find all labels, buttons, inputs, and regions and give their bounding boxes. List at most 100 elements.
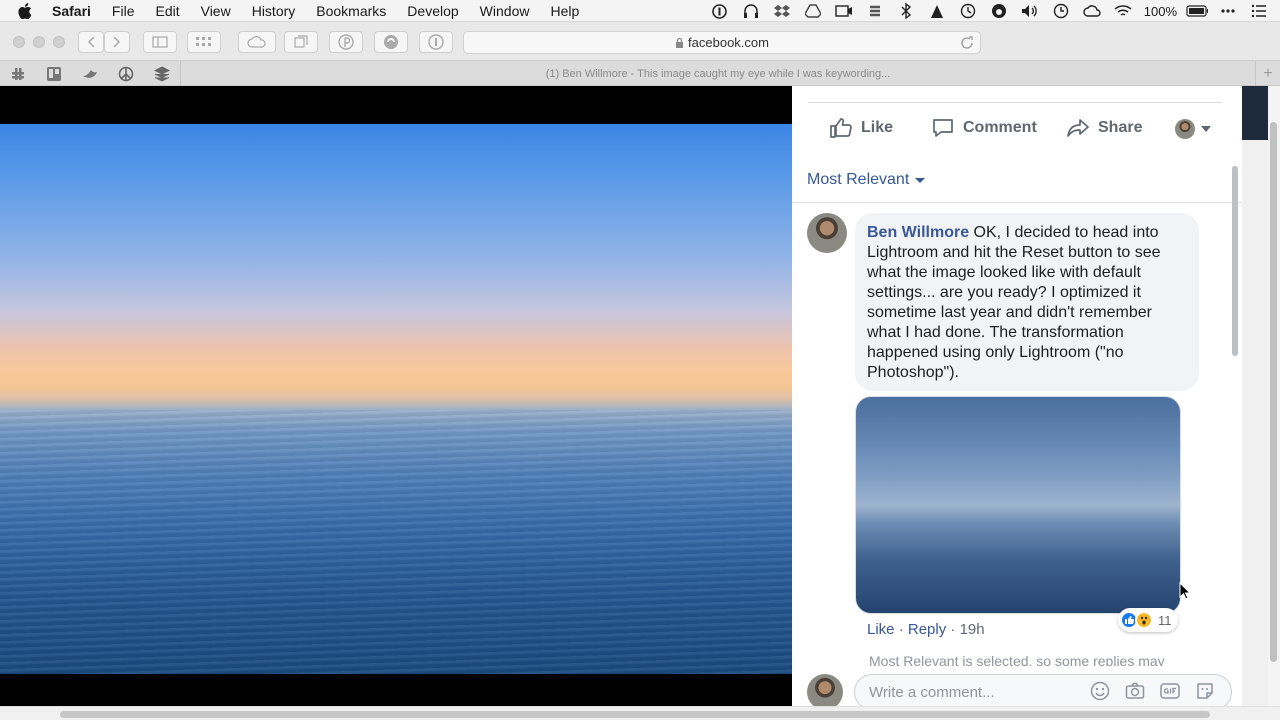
comment-like-link[interactable]: Like (867, 621, 895, 638)
headphones-icon[interactable] (740, 3, 762, 19)
battery-percent[interactable]: 100% (1144, 4, 1177, 19)
water-texture (0, 410, 792, 674)
share-arrow-icon (1067, 119, 1089, 137)
comments-scroll-thumb[interactable] (1232, 166, 1238, 356)
address-bar[interactable]: facebook.com (463, 31, 981, 54)
comment-author-link[interactable]: Ben Willmore (867, 224, 969, 241)
bookmark-peace-icon[interactable] (117, 65, 135, 83)
password-extension-icon[interactable] (419, 31, 453, 53)
wifi-icon[interactable] (1112, 3, 1134, 19)
page-scroll-thumb[interactable] (1270, 122, 1277, 662)
menu-edit[interactable]: Edit (155, 3, 179, 19)
menu-file[interactable]: File (112, 3, 135, 19)
gif-icon[interactable] (1159, 680, 1181, 702)
comment-post-button[interactable]: Comment (931, 112, 1037, 144)
speech-bubble-icon (933, 119, 953, 137)
top-sites-grid-icon[interactable] (187, 31, 221, 53)
vpn-icon[interactable] (988, 3, 1010, 19)
separator-dot: · (946, 621, 960, 638)
write-comment-row: Write a comment... (792, 666, 1242, 706)
alfred-icon[interactable] (926, 3, 948, 19)
zoom-window-button[interactable] (53, 36, 65, 48)
tab-title: (1) Ben Willmore - This image caught my … (545, 67, 891, 80)
tab-overview-icon[interactable] (284, 31, 318, 53)
menu-bookmarks[interactable]: Bookmarks (316, 3, 386, 19)
notification-center-icon[interactable] (1248, 3, 1270, 19)
new-tab-button[interactable]: + (1256, 61, 1280, 86)
page-horizontal-scrollbar[interactable] (0, 706, 1280, 720)
ocean-sunset-photo (0, 124, 792, 674)
divider (808, 102, 1222, 103)
battery-icon[interactable] (1186, 3, 1208, 19)
clock-icon[interactable] (1050, 3, 1072, 19)
comment-attached-photo[interactable] (855, 396, 1181, 614)
sidebar-toggle-icon[interactable] (143, 31, 177, 53)
extension-circle-icon[interactable] (374, 31, 408, 53)
comment-sort-label: Most Relevant (807, 171, 910, 188)
forward-button[interactable] (104, 31, 130, 53)
page-background-strip (1242, 86, 1268, 706)
screen-capture-icon[interactable] (833, 3, 855, 19)
comment-timestamp[interactable]: 19h (960, 621, 985, 638)
thumbs-up-icon (830, 118, 852, 138)
comment-text: OK, I decided to head into Lightroom and… (867, 224, 1161, 381)
like-label: Like (861, 119, 894, 136)
bookmark-bird-icon[interactable] (81, 65, 99, 83)
creative-cloud-icon[interactable] (1081, 3, 1103, 19)
page-vertical-scrollbar[interactable] (1268, 86, 1280, 706)
bookmark-trello-icon[interactable] (45, 65, 63, 83)
comment-bubble: Ben Willmore OK, I decided to head into … (855, 213, 1199, 391)
wow-reaction-icon (1135, 611, 1153, 629)
password-manager-icon[interactable] (709, 3, 731, 19)
active-tab[interactable]: (1) Ben Willmore - This image caught my … (180, 61, 1256, 86)
share-post-button[interactable]: Share (1066, 112, 1142, 144)
horizontal-scroll-thumb[interactable] (60, 711, 1210, 718)
caret-down-icon (915, 177, 926, 183)
menu-history[interactable]: History (252, 3, 296, 19)
post-as-selector[interactable] (1175, 119, 1211, 139)
share-label: Share (1098, 119, 1143, 136)
browser-toolbar: facebook.com (0, 22, 1280, 60)
caret-down-icon (1201, 126, 1211, 132)
mouse-pointer-icon (1179, 582, 1191, 600)
url-text: facebook.com (688, 35, 769, 50)
pinterest-extension-icon[interactable] (329, 31, 363, 53)
comment-reply-link[interactable]: Reply (908, 621, 946, 638)
stack-icon[interactable] (864, 3, 886, 19)
tab-bar: (1) Ben Willmore - This image caught my … (0, 60, 1280, 86)
reload-icon[interactable] (960, 36, 974, 50)
bluetooth-icon[interactable] (895, 3, 917, 19)
comment-sort-dropdown[interactable]: Most Relevant (807, 171, 926, 189)
apple-menu-icon[interactable] (18, 2, 38, 19)
menu-bar: Safari File Edit View History Bookmarks … (0, 0, 1280, 22)
sticker-icon[interactable] (1194, 680, 1216, 702)
close-window-button[interactable] (13, 36, 25, 48)
write-comment-placeholder: Write a comment... (869, 683, 995, 701)
back-button[interactable] (78, 31, 104, 53)
icloud-tabs-icon[interactable] (238, 31, 276, 53)
reaction-count: 11 (1158, 612, 1172, 628)
bookmark-slack-icon[interactable] (9, 65, 27, 83)
commenter-avatar[interactable] (807, 213, 847, 253)
menu-window[interactable]: Window (480, 3, 530, 19)
emoji-icon[interactable] (1089, 680, 1111, 702)
volume-icon[interactable] (1019, 3, 1041, 19)
menu-app-name[interactable]: Safari (52, 3, 91, 19)
bookmark-buffer-icon[interactable] (153, 65, 171, 83)
status-menu-area: 100% (700, 0, 1270, 22)
comment-actions: Like · Reply · 19h (867, 621, 985, 638)
menu-view[interactable]: View (201, 3, 231, 19)
drive-icon[interactable] (802, 3, 824, 19)
minimize-window-button[interactable] (33, 36, 45, 48)
reaction-summary[interactable]: 11 (1118, 608, 1178, 632)
photo-viewer[interactable] (0, 86, 792, 706)
menu-develop[interactable]: Develop (407, 3, 458, 19)
comment-label: Comment (963, 119, 1037, 136)
more-dots-icon[interactable] (1217, 3, 1239, 19)
camera-icon[interactable] (1124, 680, 1146, 702)
like-post-button[interactable]: Like (829, 112, 893, 144)
time-machine-icon[interactable] (957, 3, 979, 19)
menu-help[interactable]: Help (550, 3, 579, 19)
dropbox-icon[interactable] (771, 3, 793, 19)
comments-scrollbar[interactable] (1230, 166, 1240, 366)
